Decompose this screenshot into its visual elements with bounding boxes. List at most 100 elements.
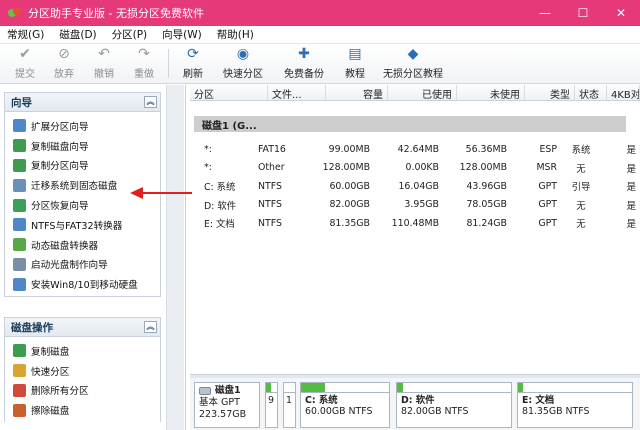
partition-label: 1 — [286, 395, 292, 406]
toolbar-label: 提交 — [15, 69, 35, 80]
cell-used: 3.95GB — [404, 199, 439, 211]
column-header[interactable]: 容量 — [326, 85, 388, 101]
wizard-tool-icon — [13, 198, 26, 212]
cell-used: 110.48MB — [391, 217, 439, 229]
quick-partition-button[interactable]: ◉ 快速分区 — [213, 44, 273, 83]
menu-disk[interactable]: 磁盘(D) — [52, 27, 104, 42]
partition-box[interactable]: E: 文档 81.35GB NTFS — [517, 382, 633, 428]
check-icon: ✔ — [19, 46, 31, 62]
cell-status: 引导 — [571, 182, 591, 194]
partition-box[interactable]: C: 系统 60.00GB NTFS — [300, 382, 390, 428]
partition-text: E: 文档 81.35GB NTFS — [518, 393, 632, 419]
table-row[interactable]: D: 软件 NTFS 82.00GB 3.95GB 78.05GB GPT 无 是 — [190, 196, 640, 215]
small-partition-box[interactable]: 1 — [283, 382, 296, 428]
wizard-item[interactable]: 扩展分区向导 — [5, 116, 160, 136]
usage-bar — [266, 383, 277, 393]
wizard-section-header[interactable]: 向导 ︽ — [4, 92, 161, 112]
wizard-tool-icon — [13, 119, 26, 133]
cell-fs: Other — [258, 162, 285, 174]
main-panel: 分区文件...容量已使用未使用类型状态4KB对齐 磁盘1 (G... *: FAT… — [190, 85, 640, 430]
partition-box[interactable]: D: 软件 82.00GB NTFS — [396, 382, 512, 428]
disk_ops-item[interactable]: 快速分区 — [5, 361, 160, 381]
wizard-item[interactable]: 安装Win8/10到移动硬盘 — [5, 274, 160, 294]
column-header[interactable]: 状态 — [575, 85, 607, 101]
disk-ops-list: 复制磁盘快速分区 删除所有分区 擦除磁盘 — [4, 337, 161, 423]
partition-detail: 82.00GB NTFS — [401, 406, 469, 417]
tutorial-button[interactable]: ▤ 教程 — [335, 44, 375, 83]
toolbar-label: 放弃 — [54, 69, 74, 80]
check-button[interactable]: ✔ 提交 — [6, 44, 44, 83]
cell-capacity: 128.00MB — [322, 162, 370, 174]
table-row[interactable]: C: 系统 NTFS 60.00GB 16.04GB 43.96GB GPT 引导 是 — [190, 177, 640, 196]
app-logo-icon — [8, 7, 22, 19]
redo-button[interactable]: ↷ 重做 — [124, 44, 164, 83]
cell-free: 128.00MB — [459, 162, 507, 174]
toolbar-label: 重做 — [134, 69, 154, 80]
lossless-tutorial-button[interactable]: ◆ 无损分区教程 — [375, 44, 451, 83]
wizard-item[interactable]: NTFS与FAT32转换器 — [5, 215, 160, 235]
disk-group-row[interactable]: 磁盘1 (G... — [194, 116, 626, 132]
wizard-tool-icon — [13, 364, 26, 378]
collapse-icon[interactable]: ︽ — [144, 321, 157, 333]
cell-type: MSR — [536, 162, 557, 174]
disk-ops-section: 磁盘操作 ︽ 复制磁盘快速分区 删除所有分区 擦除磁盘 — [4, 317, 161, 423]
disk_ops-item[interactable]: 复制磁盘 — [5, 341, 160, 361]
collapse-icon[interactable]: ︽ — [144, 96, 157, 108]
small-partition-box[interactable]: 9 — [265, 382, 278, 428]
wizard-item[interactable]: 复制磁盘向导 — [5, 136, 160, 156]
disk-ops-section-header[interactable]: 磁盘操作 ︽ — [4, 317, 161, 337]
disk_ops-item[interactable]: 擦除磁盘 — [5, 400, 160, 420]
table-row[interactable]: E: 文档 NTFS 81.35GB 110.48MB 81.24GB GPT 无 是 — [190, 214, 640, 233]
cell-used: 42.64MB — [397, 143, 439, 155]
menu-general[interactable]: 常规(G) — [0, 27, 52, 42]
column-header[interactable]: 类型 — [525, 85, 575, 101]
wizard-item[interactable]: 启动光盘制作向导 — [5, 255, 160, 275]
column-header[interactable]: 未使用 — [457, 85, 525, 101]
column-header[interactable]: 4KB对齐 — [607, 85, 640, 101]
cell-status: 系统 — [571, 145, 591, 157]
wizard-list: 扩展分区向导 复制磁盘向导 复制分区向导 迁移系统到固态磁盘 分区恢复向导 NTFS与FA… — [4, 112, 161, 298]
cell-partition: E: 文档 — [204, 219, 235, 231]
disk-info-box[interactable]: 磁盘1 基本 GPT 223.57GB — [194, 382, 260, 428]
disk-map: 磁盘1 基本 GPT 223.57GB 9 1 C: 系统 60.00GB NTFS D… — [190, 378, 640, 430]
cell-align: 是 — [626, 182, 636, 194]
column-header[interactable]: 文件... — [268, 85, 326, 101]
usage-fill — [397, 383, 403, 392]
item-label: 迁移系统到固态磁盘 — [31, 181, 118, 193]
wizard-tool-icon — [13, 383, 26, 397]
menu-bar: 常规(G) 磁盘(D) 分区(P) 向导(W) 帮助(H) — [0, 26, 640, 44]
cell-fs: NTFS — [258, 180, 282, 192]
maximize-button[interactable]: ☐ — [564, 0, 602, 26]
minimize-button[interactable]: — — [526, 0, 564, 26]
item-label: 复制磁盘 — [31, 346, 70, 358]
panel-scrollbar[interactable] — [166, 85, 184, 430]
cell-type: GPT — [538, 180, 557, 192]
item-label: 复制分区向导 — [31, 161, 89, 173]
menu-help[interactable]: 帮助(H) — [210, 27, 262, 42]
cell-partition: C: 系统 — [204, 182, 236, 194]
wizard-item[interactable]: 动态磁盘转换器 — [5, 235, 160, 255]
table-row[interactable]: *: Other 128.00MB 0.00KB 128.00MB MSR 无 是 — [190, 159, 640, 178]
discard-button[interactable]: ⊘ 放弃 — [44, 44, 84, 83]
close-button[interactable]: ✕ — [602, 0, 640, 26]
cell-status: 无 — [576, 163, 586, 175]
cell-free: 43.96GB — [466, 180, 507, 192]
redo-icon: ↷ — [138, 46, 150, 62]
disk_ops-item[interactable]: 删除所有分区 — [5, 381, 160, 401]
cell-align: 是 — [626, 219, 636, 231]
column-header[interactable]: 分区 — [190, 85, 268, 101]
wizard-item[interactable]: 复制分区向导 — [5, 156, 160, 176]
lossless-tutorial-icon: ◆ — [407, 46, 419, 62]
partition-label: 9 — [268, 395, 274, 406]
table-row[interactable]: *: FAT16 99.00MB 42.64MB 56.36MB ESP 系统 是 — [190, 140, 640, 159]
partition-text: D: 软件 82.00GB NTFS — [397, 393, 511, 419]
item-label: 扩展分区向导 — [31, 121, 89, 133]
menu-partition[interactable]: 分区(P) — [105, 27, 156, 42]
refresh-button[interactable]: ⟳ 刷新 — [173, 44, 213, 83]
partition-name: C: 系统 — [305, 395, 338, 406]
menu-wizard[interactable]: 向导(W) — [155, 27, 210, 42]
column-header[interactable]: 已使用 — [388, 85, 457, 101]
toolbar-label: 免费备份 — [284, 69, 324, 80]
backup-button[interactable]: ✚ 免费备份 — [273, 44, 335, 83]
undo-button[interactable]: ↶ 撤销 — [84, 44, 124, 83]
